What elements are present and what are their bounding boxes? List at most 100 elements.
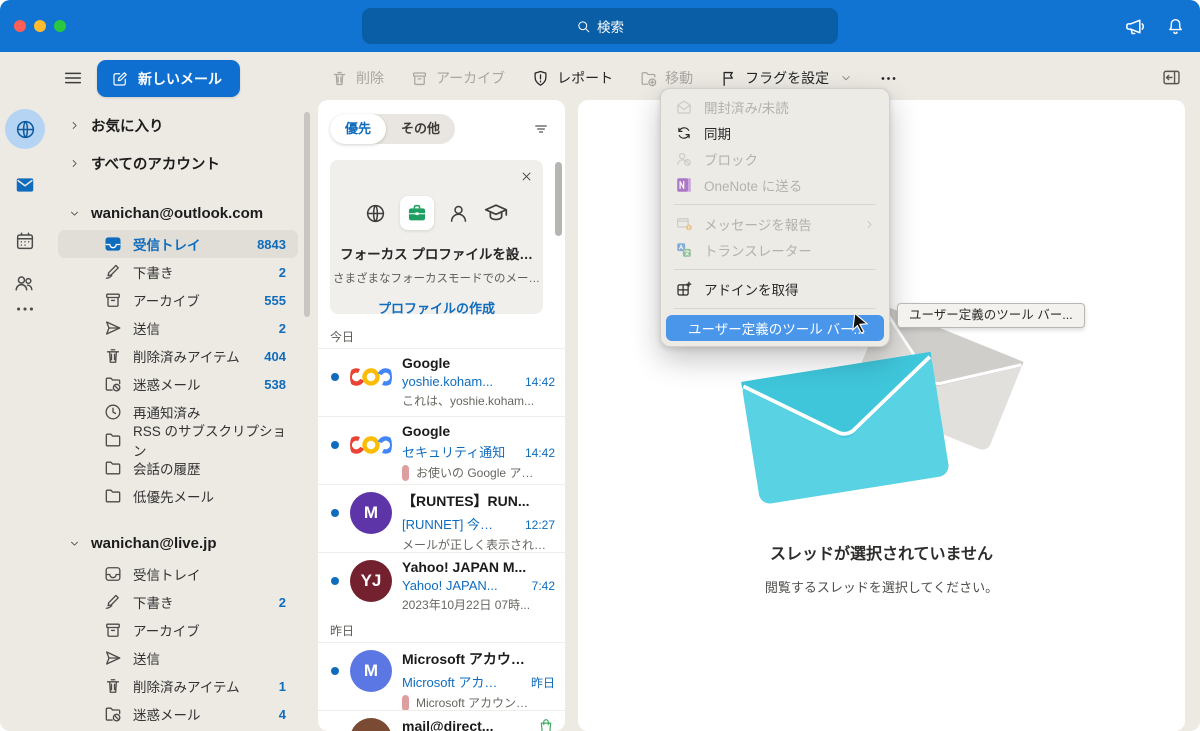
folder-row[interactable]: 送信 2	[58, 314, 298, 342]
folder-row[interactable]: 迷惑メール 4	[58, 700, 298, 728]
message-time: 昨日	[530, 676, 555, 690]
close-icon[interactable]	[519, 169, 534, 184]
sidebar-group-1[interactable]: すべてのアカウント	[50, 146, 310, 180]
rail-item-people[interactable]	[13, 272, 35, 294]
folder-row[interactable]: 下書き 2	[58, 258, 298, 286]
toolbar-action-report[interactable]: レポート	[531, 68, 613, 88]
folder-row[interactable]: アーカイブ 555	[58, 286, 298, 314]
hamburger-menu-icon[interactable]	[62, 67, 84, 89]
chevron-right-icon	[68, 157, 81, 170]
account-header[interactable]: wanichan@live.jp	[50, 526, 310, 560]
folder-row[interactable]: RSS のサブスクリプション	[58, 424, 298, 459]
menu-item-label: OneNote に送る	[704, 179, 803, 194]
account-label: wanichan@outlook.com	[91, 204, 264, 222]
message-row[interactable]: M Microsoft アカウ… Microsoft アカ… 昨日 Microsoft …	[318, 642, 565, 711]
message-row[interactable]: mail@direct...	[318, 710, 565, 731]
envelope-open-icon	[675, 98, 693, 116]
zoom-window-button[interactable]	[54, 20, 66, 32]
folder-count: 8843	[257, 236, 286, 252]
rail-item-more[interactable]	[14, 298, 36, 320]
new-mail-button[interactable]: 新しいメール	[97, 60, 240, 97]
message-sender: mail@direct...	[402, 718, 494, 731]
message-preview: メールが正しく表示され…	[402, 538, 547, 552]
folder-label: 削除済みアイテム	[133, 350, 240, 365]
toolbar-action-label: フラグを設定	[745, 70, 830, 86]
message-preview: Microsoft アカウン…	[416, 696, 529, 710]
search-bar[interactable]: 検索	[362, 8, 838, 44]
reading-pane-toggle-icon[interactable]	[1161, 67, 1182, 88]
toolbar-action-move: 移動	[639, 68, 693, 88]
message-subject: Microsoft アカ…	[402, 675, 498, 690]
megaphone-icon[interactable]	[1124, 15, 1147, 38]
message-subject: [RUNNET] 今…	[402, 517, 494, 532]
folder-row[interactable]: 送信	[58, 644, 298, 672]
message-time: 12:27	[524, 518, 555, 532]
unread-dot	[331, 509, 339, 517]
close-window-button[interactable]	[14, 20, 26, 32]
folder-row[interactable]: 受信トレイ 8843	[58, 230, 298, 258]
tooltip: ユーザー定義のツール バー...	[897, 303, 1085, 328]
message-row[interactable]: M 【RUNTES】RUN... [RUNNET] 今… 12:27 メールが正しく表示…	[318, 484, 565, 552]
profile-avatar[interactable]	[5, 109, 45, 149]
globe-icon[interactable]	[364, 202, 387, 225]
folder-count: 404	[264, 348, 286, 364]
flag-icon	[719, 69, 738, 88]
menu-item-3: OneNote に送る	[666, 172, 884, 198]
addin-icon	[675, 280, 693, 298]
message-subject: yoshie.koham...	[402, 374, 494, 389]
junk-icon	[103, 374, 123, 394]
message-row[interactable]: YJ Yahoo! JAPAN M... Yahoo! JAPAN... 7:42 20…	[318, 552, 565, 620]
menu-item-6: トランスレーター	[666, 237, 884, 263]
menu-item-1[interactable]: 同期	[666, 120, 884, 146]
folder-row[interactable]: 迷惑メール 538	[58, 370, 298, 398]
focus-card-subtitle: さまざまなフォーカスモードでのメー…	[333, 273, 540, 285]
focus-mode-tile-selected[interactable]	[400, 196, 434, 230]
list-scrollbar[interactable]	[555, 162, 562, 236]
folder-row[interactable]: 下書き 2	[58, 588, 298, 616]
create-profile-link[interactable]: プロファイルの作成	[330, 298, 543, 317]
folder-row[interactable]: 削除済みアイテム 404	[58, 342, 298, 370]
account-header[interactable]: wanichan@outlook.com	[50, 196, 310, 230]
sidebar-group-0[interactable]: お気に入り	[50, 108, 310, 142]
chevron-down-icon	[68, 207, 81, 220]
menu-item-label: ユーザー定義のツール バー...	[688, 322, 865, 337]
toolbar-action-more[interactable]	[879, 69, 898, 88]
envelope-illustration	[732, 305, 1032, 504]
avatar: M	[350, 492, 392, 534]
folder-pane: お気に入り すべてのアカウント wanichan@outlook.com 受信トレイ 8…	[50, 104, 310, 728]
menu-item-8[interactable]: アドインを取得	[666, 276, 884, 302]
rail-item-mail[interactable]	[14, 174, 36, 196]
focus-profile-card: フォーカス プロファイルを設… さまざまなフォーカスモードでのメー… プロファイ…	[330, 160, 543, 317]
folder-icon	[103, 430, 123, 450]
message-row[interactable]: Google セキュリティ通知 14:42 お使いの Google ア…	[318, 416, 565, 484]
translator-icon	[675, 241, 693, 259]
folder-row[interactable]: 受信トレイ	[58, 560, 298, 588]
folder-count: 2	[278, 320, 286, 336]
message-row[interactable]: Google yoshie.koham... 14:42 これは、yoshie.koh…	[318, 348, 565, 416]
toolbar-action-set-flag[interactable]: フラグを設定	[719, 68, 853, 88]
folder-row[interactable]: アーカイブ	[58, 616, 298, 644]
sidebar-scrollbar[interactable]	[304, 112, 310, 317]
draft-icon	[103, 592, 123, 612]
filter-icon[interactable]	[532, 120, 550, 138]
sidebar-account-0: wanichan@outlook.com 受信トレイ 8843 下書き 2 アーカイブ 55…	[50, 196, 310, 510]
folder-row[interactable]: 会話の履歴	[58, 454, 298, 482]
archive-icon	[103, 620, 123, 640]
folder-row[interactable]: 削除済みアイテム 1	[58, 672, 298, 700]
outlook-window: 検索 新しいメール 削除アーカイブ レポート 移動 フラグを設定 お気に入りすべてのア…	[0, 0, 1200, 731]
folder-row[interactable]: 低優先メール	[58, 482, 298, 510]
attachment-chip	[402, 464, 409, 481]
bell-icon[interactable]	[1165, 16, 1186, 37]
message-sender: Microsoft アカウ…	[402, 651, 525, 667]
empty-state: スレッドが選択されていません 閲覧するスレッドを選択してください。	[578, 305, 1185, 596]
send-icon	[103, 648, 123, 668]
toolbar-action-delete: 削除	[330, 68, 384, 88]
tab-other[interactable]: その他	[386, 114, 455, 144]
graduation-cap-icon[interactable]	[483, 200, 509, 226]
person-icon[interactable]	[447, 202, 470, 225]
minimize-window-button[interactable]	[34, 20, 46, 32]
tab-focused[interactable]: 優先	[330, 114, 387, 144]
rail-item-calendar[interactable]	[14, 230, 36, 252]
envelope-graphic	[740, 351, 951, 510]
inbox-filled-icon	[103, 234, 123, 254]
